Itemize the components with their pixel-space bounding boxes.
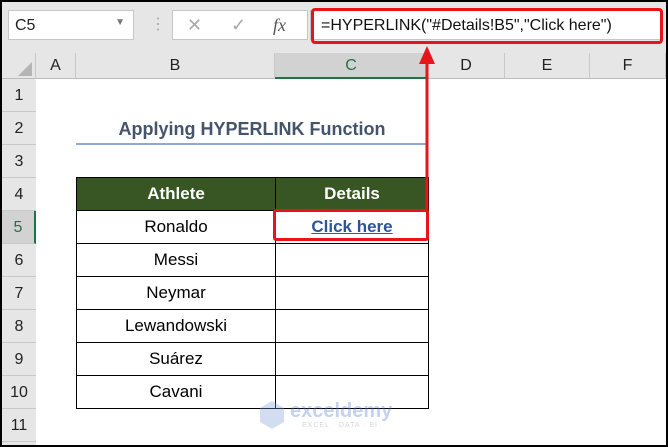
arrow-icon (419, 46, 435, 211)
svg-text:EXCEL · DATA · BI: EXCEL · DATA · BI (302, 422, 378, 429)
exceldemy-logo: exceldemy EXCEL · DATA · BI (260, 399, 410, 434)
svg-text:exceldemy: exceldemy (290, 400, 393, 422)
